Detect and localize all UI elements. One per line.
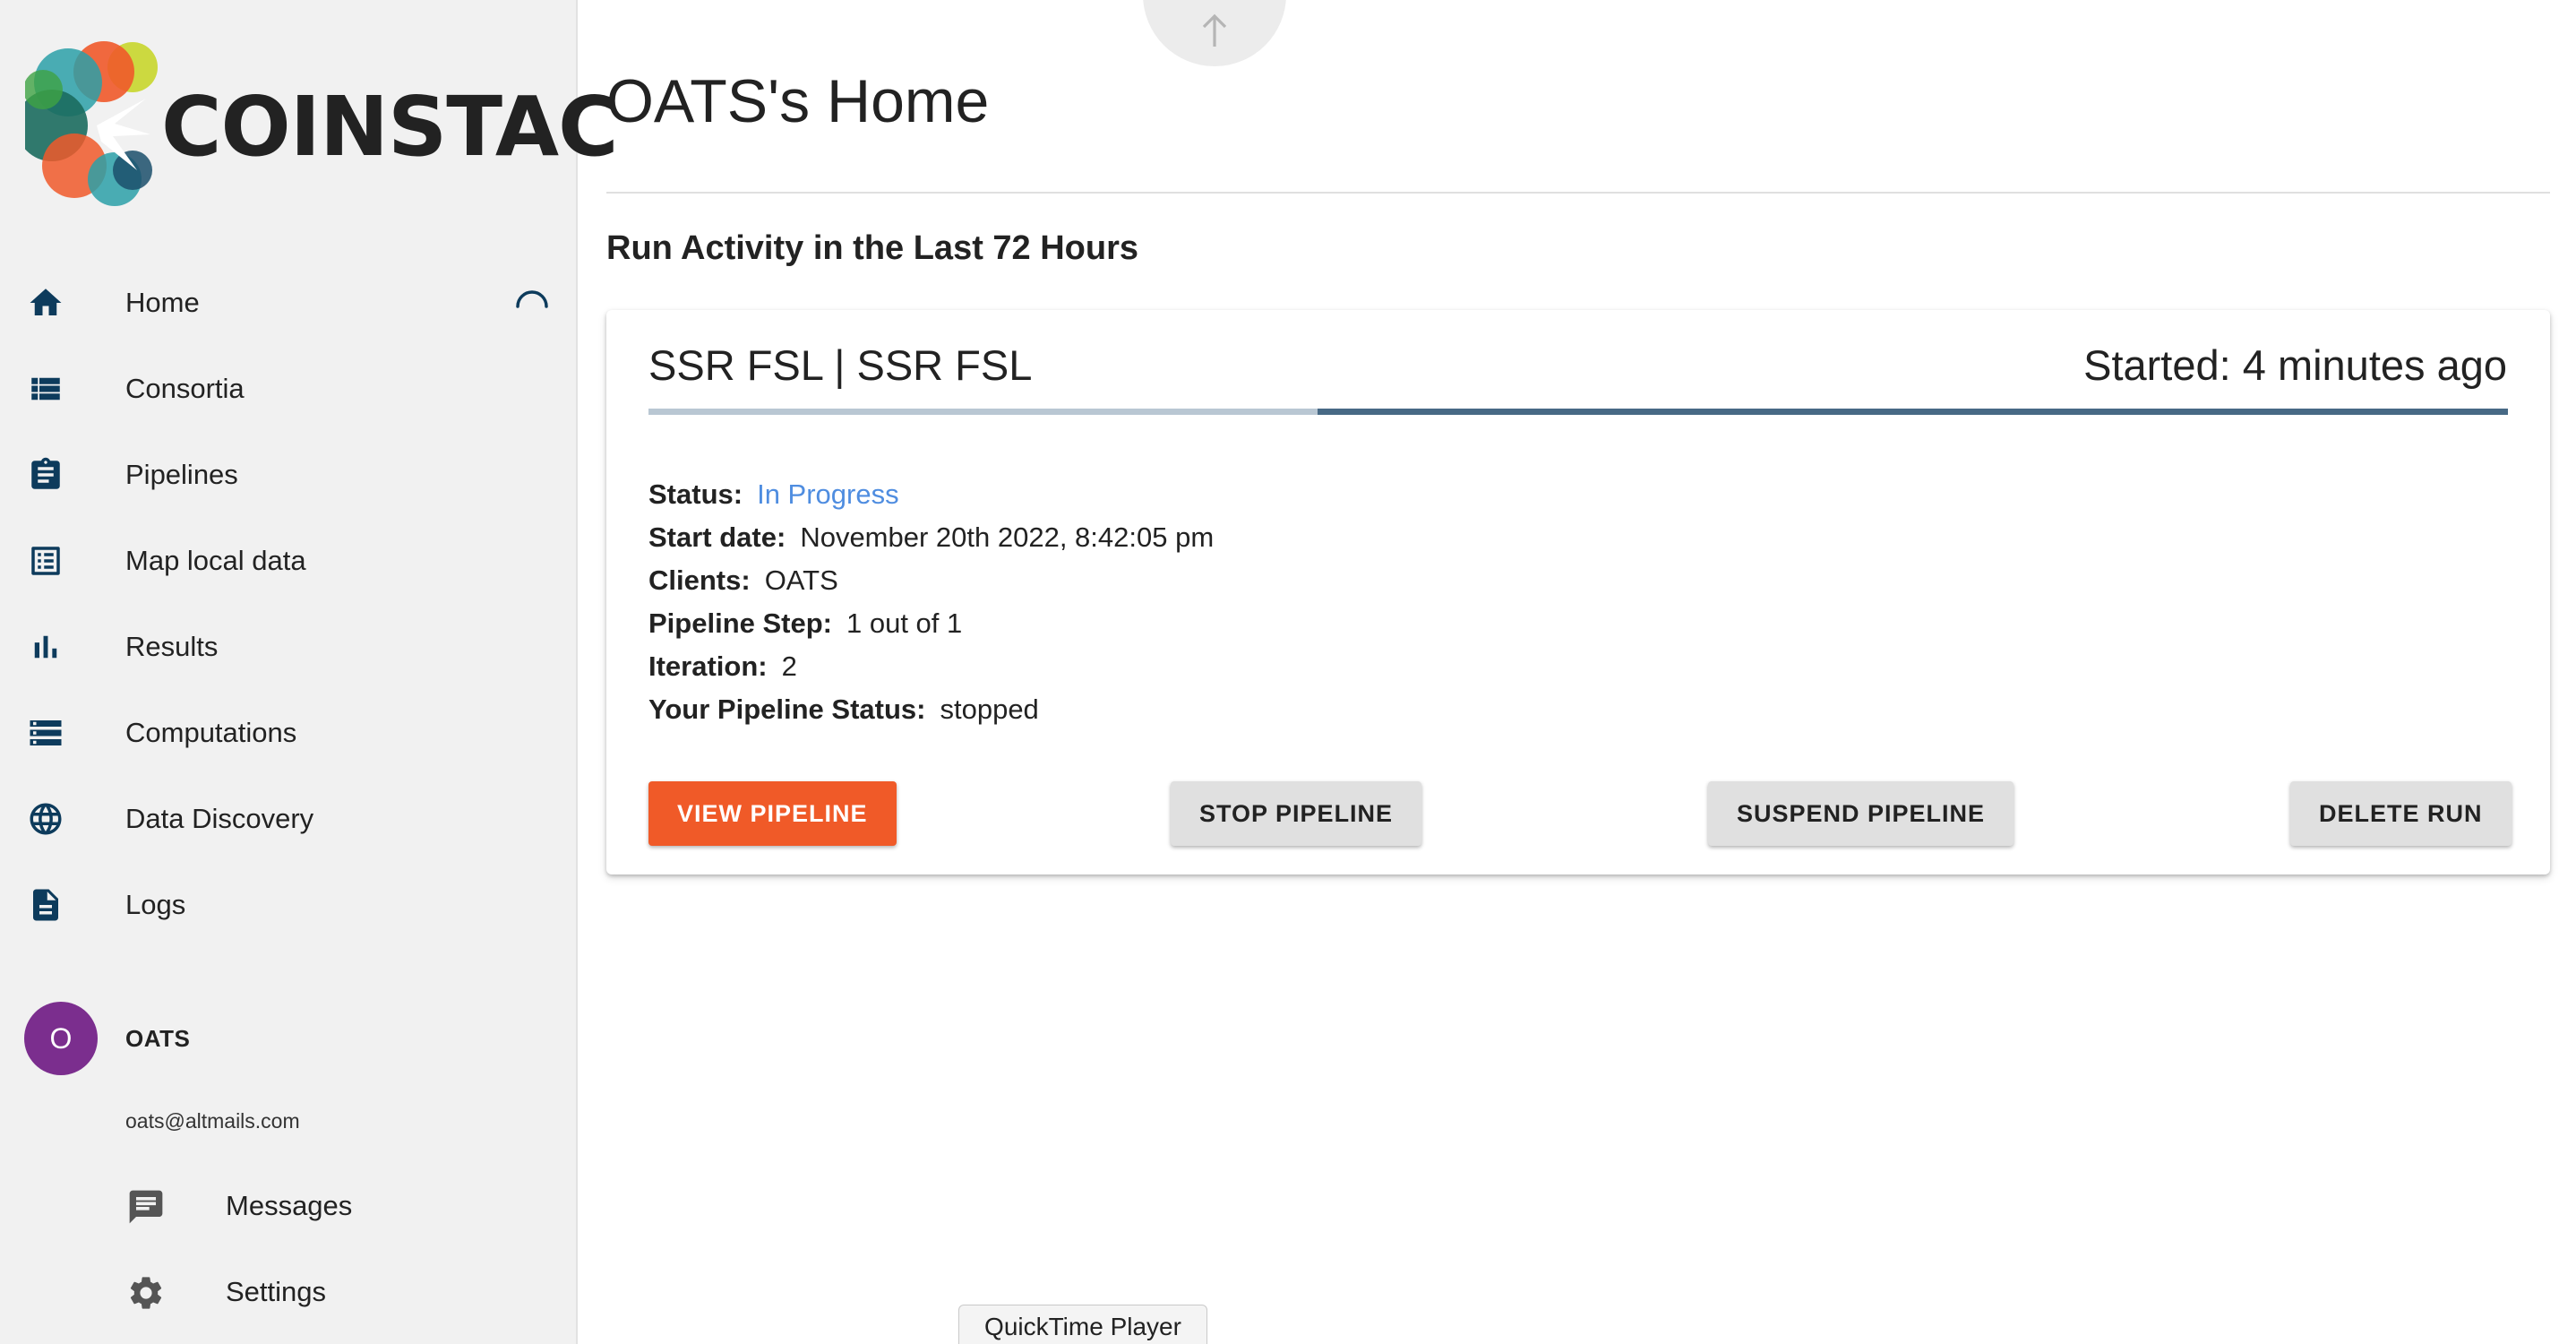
detail-value: 1 out of 1 [846,607,963,639]
delete-run-button[interactable]: DELETE RUN [2290,781,2512,846]
detail-key: Iteration: [648,650,768,682]
avatar[interactable]: O [24,1002,98,1075]
clipboard-icon [27,456,64,494]
run-progress-fill [1318,409,2508,415]
coinstac-logo[interactable]: COINSTAC [25,36,619,215]
sidebar-item-map-local-data[interactable]: Map local data [0,518,578,604]
sidebar-item-settings[interactable]: Settings [0,1249,578,1335]
sidebar: COINSTAC Home Consortia Pipelines Map lo… [0,0,619,1344]
sidebar-item-pipelines[interactable]: Pipelines [0,432,578,518]
detail-key: Clients: [648,564,751,596]
sidebar-item-logs[interactable]: Logs [0,862,578,948]
loading-spinner-icon [516,290,548,308]
detail-key: Your Pipeline Status: [648,694,926,725]
message-icon [126,1187,166,1227]
run-title: SSR FSL | SSR FSL [648,341,1033,389]
sidebar-nav: Home Consortia Pipelines Map local data [0,260,578,948]
detail-clients: Clients: OATS [648,559,1214,602]
list-icon [27,370,64,408]
home-icon [27,284,64,322]
detail-value: November 20th 2022, 8:42:05 pm [800,521,1215,553]
sidebar-item-label: Home [125,287,200,318]
sidebar-item-label: Data Discovery [125,803,314,834]
sidebar-item-results[interactable]: Results [0,604,578,690]
title-divider [606,192,2550,194]
sidebar-item-messages[interactable]: Messages [0,1163,578,1249]
sidebar-item-label: Consortia [125,373,245,404]
detail-your-pipeline-status: Your Pipeline Status: stopped [648,688,1214,731]
sidebar-item-label: Map local data [125,545,306,576]
user-email: oats@altmails.com [125,1109,300,1133]
sidebar-item-label: Computations [125,717,297,748]
sidebar-item-label: Results [125,631,219,662]
view-pipeline-button[interactable]: VIEW PIPELINE [648,781,897,846]
page-title: OATS's Home [606,67,990,135]
gear-icon [126,1273,166,1313]
scroll-to-top-button[interactable] [1143,0,1286,66]
status-value: In Progress [757,478,899,510]
detail-value: OATS [764,564,838,596]
sidebar-item-label: Settings [226,1276,327,1307]
run-details: Status: In Progress Start date: November 2… [648,473,1214,731]
detail-value: 2 [781,650,797,682]
user-name: OATS [125,1025,191,1052]
detail-start-date: Start date: November 20th 2022, 8:42:05 p… [648,516,1214,559]
arrow-up-icon [1202,13,1227,47]
document-icon [27,886,64,924]
stop-pipeline-button[interactable]: STOP PIPELINE [1171,781,1422,846]
table-list-icon [27,542,64,580]
quicktime-tooltip: QuickTime Player [958,1305,1207,1344]
bar-chart-icon [27,628,64,666]
run-card: SSR FSL | SSR FSL Started: 4 minutes ago… [606,310,2550,874]
sidebar-item-computations[interactable]: Computations [0,690,578,776]
detail-status: Status: In Progress [648,473,1214,516]
detail-iteration: Iteration: 2 [648,645,1214,688]
sidebar-item-label: Pipelines [125,459,238,490]
section-title: Run Activity in the Last 72 Hours [606,229,1139,267]
detail-key: Start date: [648,521,786,553]
detail-key: Pipeline Step: [648,607,832,639]
run-started-time: Started: 4 minutes ago [2083,341,2507,389]
logo-text: COINSTAC [161,79,619,175]
sidebar-item-label: Logs [125,889,186,920]
sidebar-item-home[interactable]: Home [0,260,578,346]
detail-pipeline-step: Pipeline Step: 1 out of 1 [648,602,1214,645]
detail-key: Status: [648,478,743,510]
suspend-pipeline-button[interactable]: SUSPEND PIPELINE [1708,781,2014,846]
sidebar-item-label: Messages [226,1190,353,1221]
storage-icon [27,714,64,752]
run-progress-bar [648,409,2508,415]
globe-icon [27,800,64,838]
sidebar-item-data-discovery[interactable]: Data Discovery [0,776,578,862]
detail-value: stopped [940,694,1039,725]
sidebar-item-consortia[interactable]: Consortia [0,346,578,432]
coinstac-logo-icon [25,41,158,206]
